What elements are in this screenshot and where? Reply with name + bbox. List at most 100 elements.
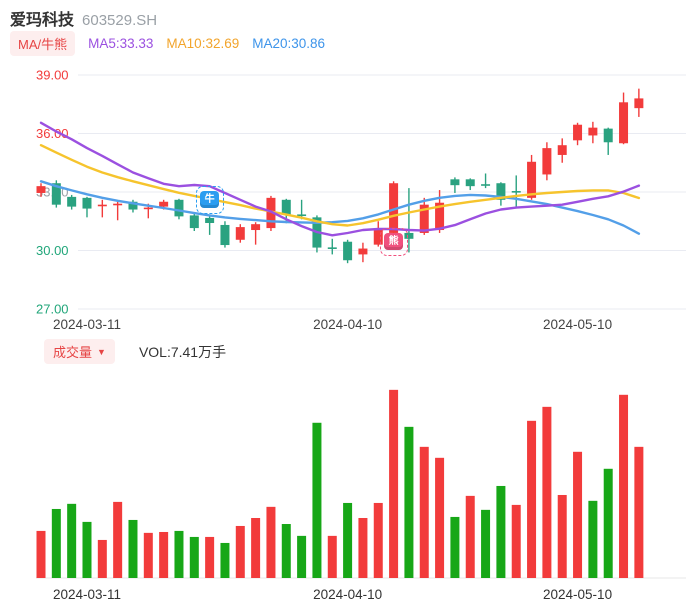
candle-body [251, 224, 261, 231]
candle-body [603, 128, 613, 143]
candle-body [511, 191, 521, 193]
volume-indicator-badge[interactable]: 成交量 ▼ [44, 339, 115, 364]
volume-bar [573, 451, 583, 578]
x-axis-date-label: 2024-03-11 [53, 317, 121, 332]
volume-bar [128, 519, 138, 578]
volume-bar [143, 532, 153, 578]
volume-bar [251, 517, 261, 578]
volume-bar [343, 502, 353, 578]
x-axis-date-label: 2024-04-10 [313, 317, 382, 332]
volume-bar [527, 420, 537, 578]
candle-body [67, 196, 77, 207]
bear-glyph: 熊 [384, 233, 404, 251]
candle-body [82, 197, 92, 209]
y-axis-tick-label: 39.00 [36, 68, 69, 83]
ma20-legend: MA20:30.86 [252, 36, 326, 51]
volume-bar [159, 531, 169, 578]
volume-bar [82, 521, 92, 578]
ma-legend-row: MA/牛熊 MA5:33.33 MA10:32.69 MA20:30.86 [10, 31, 325, 56]
volume-bar [511, 504, 521, 578]
stock-code: 603529.SH [82, 12, 158, 29]
ma-mode-badge[interactable]: MA/牛熊 [10, 31, 76, 56]
candle-body [450, 179, 460, 186]
volume-bar [404, 426, 414, 578]
candle-body [619, 102, 629, 144]
bear-signal-icon[interactable]: 熊 [379, 227, 408, 256]
candle-body [588, 127, 598, 136]
volume-bar [450, 516, 460, 578]
candle-body [634, 98, 644, 109]
volume-badge-label: 成交量 [53, 345, 93, 360]
candle-body [542, 148, 552, 175]
x-axis-date-label: 2024-04-10 [313, 587, 382, 602]
candle-body [465, 179, 475, 187]
volume-bar [419, 446, 429, 578]
candle-body [557, 145, 567, 155]
ma10-legend: MA10:32.69 [166, 36, 240, 51]
candle-body [327, 247, 337, 249]
candle-body [281, 199, 291, 215]
volume-bar [588, 500, 598, 578]
candle-body [143, 207, 153, 210]
volume-bar [358, 517, 368, 578]
candle-body [235, 227, 245, 240]
volume-bar [235, 525, 245, 578]
volume-bar [220, 542, 230, 578]
volume-header-row: 成交量 ▼ VOL:7.41万手 [44, 339, 226, 364]
ma5-line [39, 121, 641, 237]
volume-value-label: VOL:7.41万手 [138, 343, 227, 360]
y-axis-tick-label: 27.00 [36, 302, 69, 317]
volume-bar [465, 495, 475, 578]
volume-bar-chart[interactable]: 2024-03-11 2024-04-10 2024-05-10 [0, 368, 686, 606]
candle-body [174, 199, 184, 217]
candle-body [205, 217, 215, 224]
volume-bar [496, 485, 506, 578]
volume-bar [51, 508, 61, 578]
volume-bar [373, 502, 383, 578]
volume-bar [174, 530, 184, 578]
x-axis-date-label: 2024-03-11 [53, 587, 121, 602]
chevron-down-icon: ▼ [97, 346, 106, 357]
volume-bar [481, 509, 491, 578]
stock-name: 爱玛科技 [10, 12, 75, 29]
candle-body [573, 124, 583, 141]
price-candlestick-chart[interactable]: 39.0036.0033.0030.0027.002024-03-112024-… [0, 60, 686, 335]
candle-body [481, 184, 491, 186]
candle-body [97, 204, 107, 207]
candle-body [36, 186, 46, 193]
volume-bar [205, 536, 215, 578]
candle-body [527, 161, 537, 198]
volume-bar [312, 422, 322, 578]
candle-body [297, 214, 307, 217]
volume-bar [603, 468, 613, 578]
stock-chart-page: 爱玛科技 603529.SH MA/牛熊 MA5:33.33 MA10:32.6… [0, 0, 686, 606]
volume-bar [619, 394, 629, 578]
volume-bar [67, 503, 77, 578]
volume-bar [435, 457, 445, 578]
x-axis-date-label: 2024-05-10 [543, 317, 612, 332]
volume-bar [557, 494, 567, 578]
candle-body [343, 241, 353, 261]
volume-bar [281, 524, 291, 578]
bull-signal-icon[interactable]: 牛 [195, 185, 224, 214]
volume-bar [634, 446, 644, 578]
candle-body [220, 224, 230, 246]
candle-body [113, 203, 123, 206]
x-axis-date-label: 2024-05-10 [543, 587, 612, 602]
bull-glyph: 牛 [200, 191, 220, 209]
ma5-legend: MA5:33.33 [88, 36, 154, 51]
volume-bar [542, 406, 552, 578]
volume-bar [389, 389, 399, 578]
volume-bar [97, 539, 107, 578]
volume-bar [189, 536, 199, 578]
candle-body [159, 201, 169, 207]
candle-body [358, 248, 368, 255]
candle-body [189, 215, 199, 229]
volume-bar [113, 501, 123, 578]
volume-bar [266, 506, 276, 578]
volume-bar [327, 535, 337, 578]
y-axis-tick-label: 30.00 [36, 243, 69, 258]
volume-bar [297, 535, 307, 578]
title-row: 爱玛科技 603529.SH [10, 6, 157, 30]
volume-bar [36, 530, 46, 578]
